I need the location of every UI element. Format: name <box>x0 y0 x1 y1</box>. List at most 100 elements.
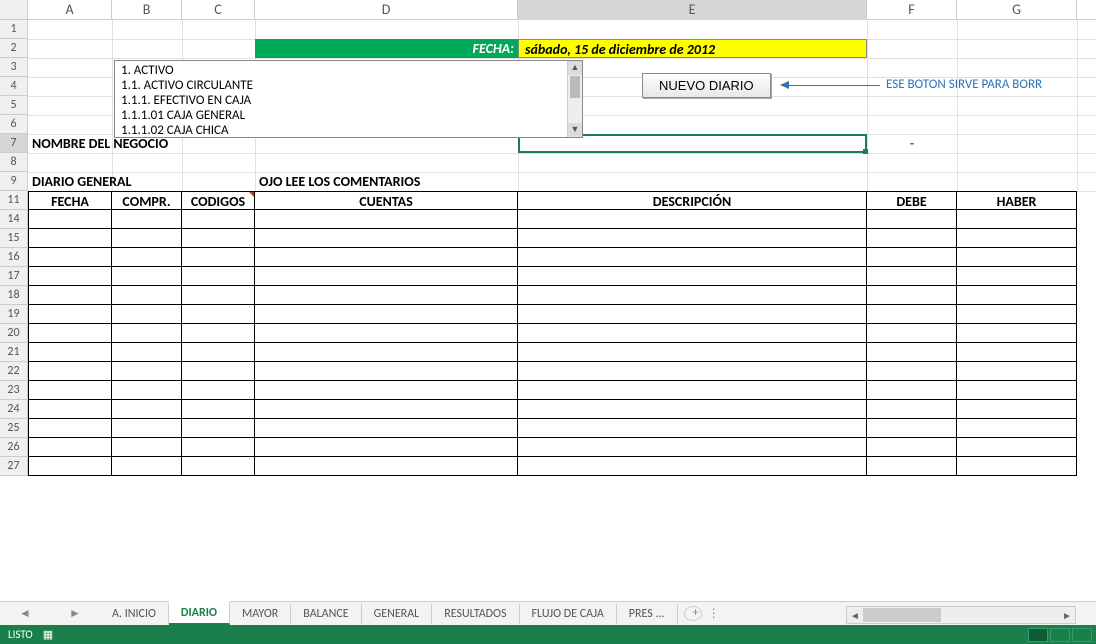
table-cell[interactable] <box>112 210 182 229</box>
table-cell[interactable] <box>182 286 255 305</box>
table-cell[interactable] <box>28 419 112 438</box>
table-cell[interactable] <box>867 362 957 381</box>
macro-record-icon[interactable]: ▦ <box>43 628 53 641</box>
col-header-E[interactable]: E <box>518 0 867 20</box>
table-cell[interactable] <box>255 267 518 286</box>
table-cell[interactable] <box>182 324 255 343</box>
table-cell[interactable] <box>255 438 518 457</box>
table-cell[interactable] <box>518 381 867 400</box>
page-layout-view-icon[interactable] <box>1050 628 1070 642</box>
table-cell[interactable] <box>112 324 182 343</box>
table-cell[interactable] <box>112 305 182 324</box>
row-header[interactable]: 25 <box>0 419 28 438</box>
tab-a-inicio[interactable]: A. INICIO <box>100 604 169 624</box>
table-cell[interactable] <box>182 267 255 286</box>
scroll-up-icon[interactable]: ▲ <box>568 61 582 75</box>
dropdown-list[interactable]: 1. ACTIVO 1.1. ACTIVO CIRCULANTE 1.1.1. … <box>117 63 566 135</box>
col-header-C[interactable]: C <box>182 0 255 20</box>
table-cell[interactable] <box>28 267 112 286</box>
table-cell[interactable] <box>867 457 957 476</box>
fecha-value[interactable]: sábado, 15 de diciembre de 2012 <box>518 39 867 58</box>
table-cell[interactable] <box>182 362 255 381</box>
table-cell[interactable] <box>28 343 112 362</box>
scroll-left-icon[interactable]: ◄ <box>847 609 863 622</box>
scroll-track[interactable] <box>863 607 1059 623</box>
table-cell[interactable] <box>867 248 957 267</box>
dropdown-item[interactable]: 1.1.1. EFECTIVO EN CAJA <box>117 93 566 108</box>
tab-resultados[interactable]: RESULTADOS <box>432 604 519 624</box>
col-header-D[interactable]: D <box>255 0 518 20</box>
table-cell[interactable] <box>255 362 518 381</box>
col-header-G[interactable]: G <box>957 0 1077 20</box>
table-cell[interactable] <box>518 343 867 362</box>
table-cell[interactable] <box>112 362 182 381</box>
dropdown-item[interactable]: 1.1.1.01 CAJA GENERAL <box>117 108 566 123</box>
dropdown-item[interactable]: 1.1. ACTIVO CIRCULANTE <box>117 78 566 93</box>
table-cell[interactable] <box>255 248 518 267</box>
table-cell[interactable] <box>867 419 957 438</box>
table-cell[interactable] <box>112 286 182 305</box>
table-cell[interactable] <box>112 248 182 267</box>
accounts-dropdown[interactable]: 1. ACTIVO 1.1. ACTIVO CIRCULANTE 1.1.1. … <box>114 60 583 138</box>
table-cell[interactable] <box>28 457 112 476</box>
table-cell[interactable] <box>867 267 957 286</box>
row-header[interactable]: 1 <box>0 20 28 39</box>
table-cell[interactable] <box>182 229 255 248</box>
horizontal-scrollbar[interactable]: ◄ ► <box>846 606 1076 624</box>
normal-view-icon[interactable] <box>1028 628 1048 642</box>
table-cell[interactable] <box>112 343 182 362</box>
table-cell[interactable] <box>518 210 867 229</box>
row-header[interactable]: 4 <box>0 77 28 96</box>
table-cell[interactable] <box>518 229 867 248</box>
table-cell[interactable] <box>28 210 112 229</box>
table-cell[interactable] <box>867 324 957 343</box>
table-cell[interactable] <box>518 324 867 343</box>
table-cell[interactable] <box>867 438 957 457</box>
table-cell[interactable] <box>867 400 957 419</box>
table-cell[interactable] <box>112 267 182 286</box>
table-cell[interactable] <box>957 229 1077 248</box>
table-cell[interactable] <box>957 210 1077 229</box>
row-header[interactable]: 7 <box>0 134 28 153</box>
table-cell[interactable] <box>518 419 867 438</box>
scroll-thumb[interactable] <box>863 608 941 622</box>
table-cell[interactable] <box>518 362 867 381</box>
table-cell[interactable] <box>255 419 518 438</box>
dropdown-scrollbar[interactable]: ▲ ▼ <box>567 61 582 137</box>
table-cell[interactable] <box>957 381 1077 400</box>
table-cell[interactable] <box>112 400 182 419</box>
col-header-A[interactable]: A <box>28 0 112 20</box>
table-cell[interactable] <box>28 400 112 419</box>
table-cell[interactable] <box>255 229 518 248</box>
tab-mayor[interactable]: MAYOR <box>230 604 291 624</box>
table-cell[interactable] <box>182 419 255 438</box>
row-header[interactable]: 5 <box>0 96 28 115</box>
row-header[interactable]: 3 <box>0 58 28 77</box>
row-header[interactable]: 15 <box>0 229 28 248</box>
table-cell[interactable] <box>255 343 518 362</box>
table-cell[interactable] <box>28 381 112 400</box>
table-cell[interactable] <box>957 248 1077 267</box>
dropdown-item[interactable]: 1.1.1.02 CAJA CHICA <box>117 123 566 135</box>
table-cell[interactable] <box>182 457 255 476</box>
table-cell[interactable] <box>957 438 1077 457</box>
table-cell[interactable] <box>867 305 957 324</box>
table-cell[interactable] <box>255 381 518 400</box>
table-cell[interactable] <box>957 286 1077 305</box>
table-cell[interactable] <box>255 400 518 419</box>
tab-general[interactable]: GENERAL <box>362 604 433 624</box>
select-all-corner[interactable] <box>0 0 28 19</box>
row-header[interactable]: 23 <box>0 381 28 400</box>
table-cell[interactable] <box>518 438 867 457</box>
table-cell[interactable] <box>182 438 255 457</box>
table-cell[interactable] <box>957 343 1077 362</box>
tab-flujo[interactable]: FLUJO DE CAJA <box>520 604 617 624</box>
table-cell[interactable] <box>28 229 112 248</box>
table-cell[interactable] <box>28 305 112 324</box>
row-header[interactable]: 20 <box>0 324 28 343</box>
table-cell[interactable] <box>182 343 255 362</box>
row-header[interactable]: 24 <box>0 400 28 419</box>
row-header[interactable]: 19 <box>0 305 28 324</box>
row-header[interactable]: 18 <box>0 286 28 305</box>
row-header[interactable]: 6 <box>0 115 28 134</box>
